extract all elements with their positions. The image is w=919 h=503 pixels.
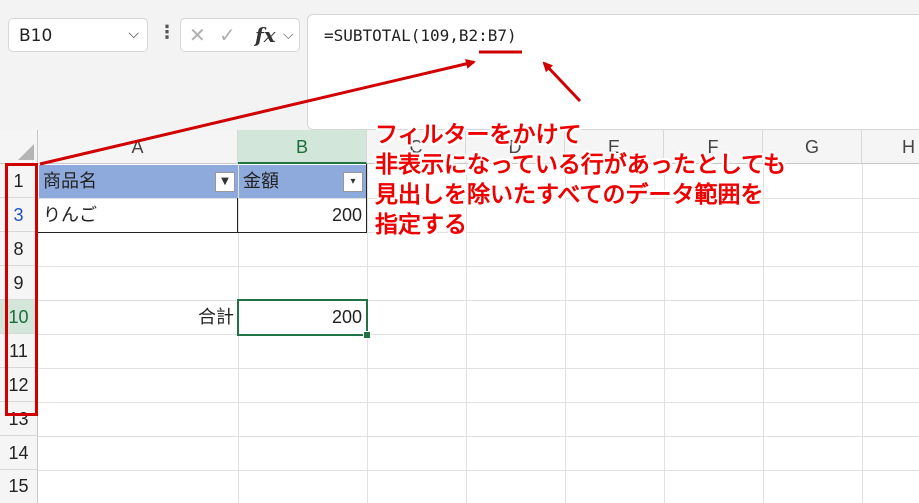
annotation-line: 見出しを除いたすべてのデータ範囲を: [375, 182, 764, 208]
gridline: [38, 266, 919, 267]
more-dots-icon[interactable]: ⋮: [158, 22, 176, 43]
fill-handle[interactable]: [363, 331, 371, 339]
cell-a3[interactable]: りんご: [39, 199, 238, 232]
filter-icon[interactable]: ▼: [215, 172, 235, 192]
gridline: [38, 436, 919, 437]
name-box-value: B10: [19, 26, 53, 46]
row-header-14[interactable]: 14: [0, 436, 38, 470]
cell-b3[interactable]: 200: [239, 199, 366, 232]
table-border: [38, 232, 367, 233]
table-border: [237, 198, 238, 233]
column-header-h[interactable]: H: [862, 130, 919, 164]
filter-dropdown-icon[interactable]: ▾: [343, 172, 363, 192]
chevron-down-icon[interactable]: ⌵: [128, 26, 139, 42]
formula-buttons: ✕ ✓ fx ⌵: [180, 18, 300, 52]
gridline: [38, 402, 919, 403]
row-headers-highlight: [5, 163, 38, 416]
name-box[interactable]: B10 ⌵: [8, 18, 148, 52]
product-name: りんご: [43, 205, 97, 225]
check-icon[interactable]: ✓: [219, 23, 236, 47]
fx-icon[interactable]: fx: [255, 23, 276, 47]
total-label: 合計: [198, 307, 234, 327]
annotation-line: フィルターをかけて: [375, 122, 582, 148]
column-header-a[interactable]: A: [38, 130, 238, 164]
active-cell-border: [237, 299, 368, 336]
annotation-text: フィルターをかけて 非表示になっている行があったとしても 見出しを除いたすべての…: [375, 120, 786, 240]
formula-text: =SUBTOTAL(109,B2:B7): [324, 26, 517, 45]
cancel-x-icon[interactable]: ✕: [189, 23, 206, 47]
annotation-line: 非表示になっている行があったとしても: [375, 152, 787, 178]
gridline: [38, 368, 919, 369]
gridline: [38, 470, 919, 471]
gridline: [38, 334, 919, 335]
amount-value: 200: [331, 205, 362, 225]
column-header-b[interactable]: B: [238, 130, 367, 164]
table-border: [366, 164, 367, 233]
annotation-line: 指定する: [375, 212, 467, 238]
cell-a10[interactable]: 合計: [39, 301, 238, 334]
table-header-label: 商品名: [43, 171, 97, 191]
row-header-15[interactable]: 15: [0, 470, 38, 503]
table-header-label: 金額: [243, 171, 279, 191]
chevron-down-icon[interactable]: ⌵: [283, 27, 294, 43]
formula-input[interactable]: =SUBTOTAL(109,B2:B7): [307, 14, 919, 130]
select-all-corner[interactable]: [0, 130, 38, 164]
table-header-product[interactable]: 商品名: [39, 165, 238, 198]
formula-bar-area: B10 ⌵ ⋮ ✕ ✓ fx ⌵ =SUBTOTAL(109,B2:B7): [0, 0, 919, 130]
